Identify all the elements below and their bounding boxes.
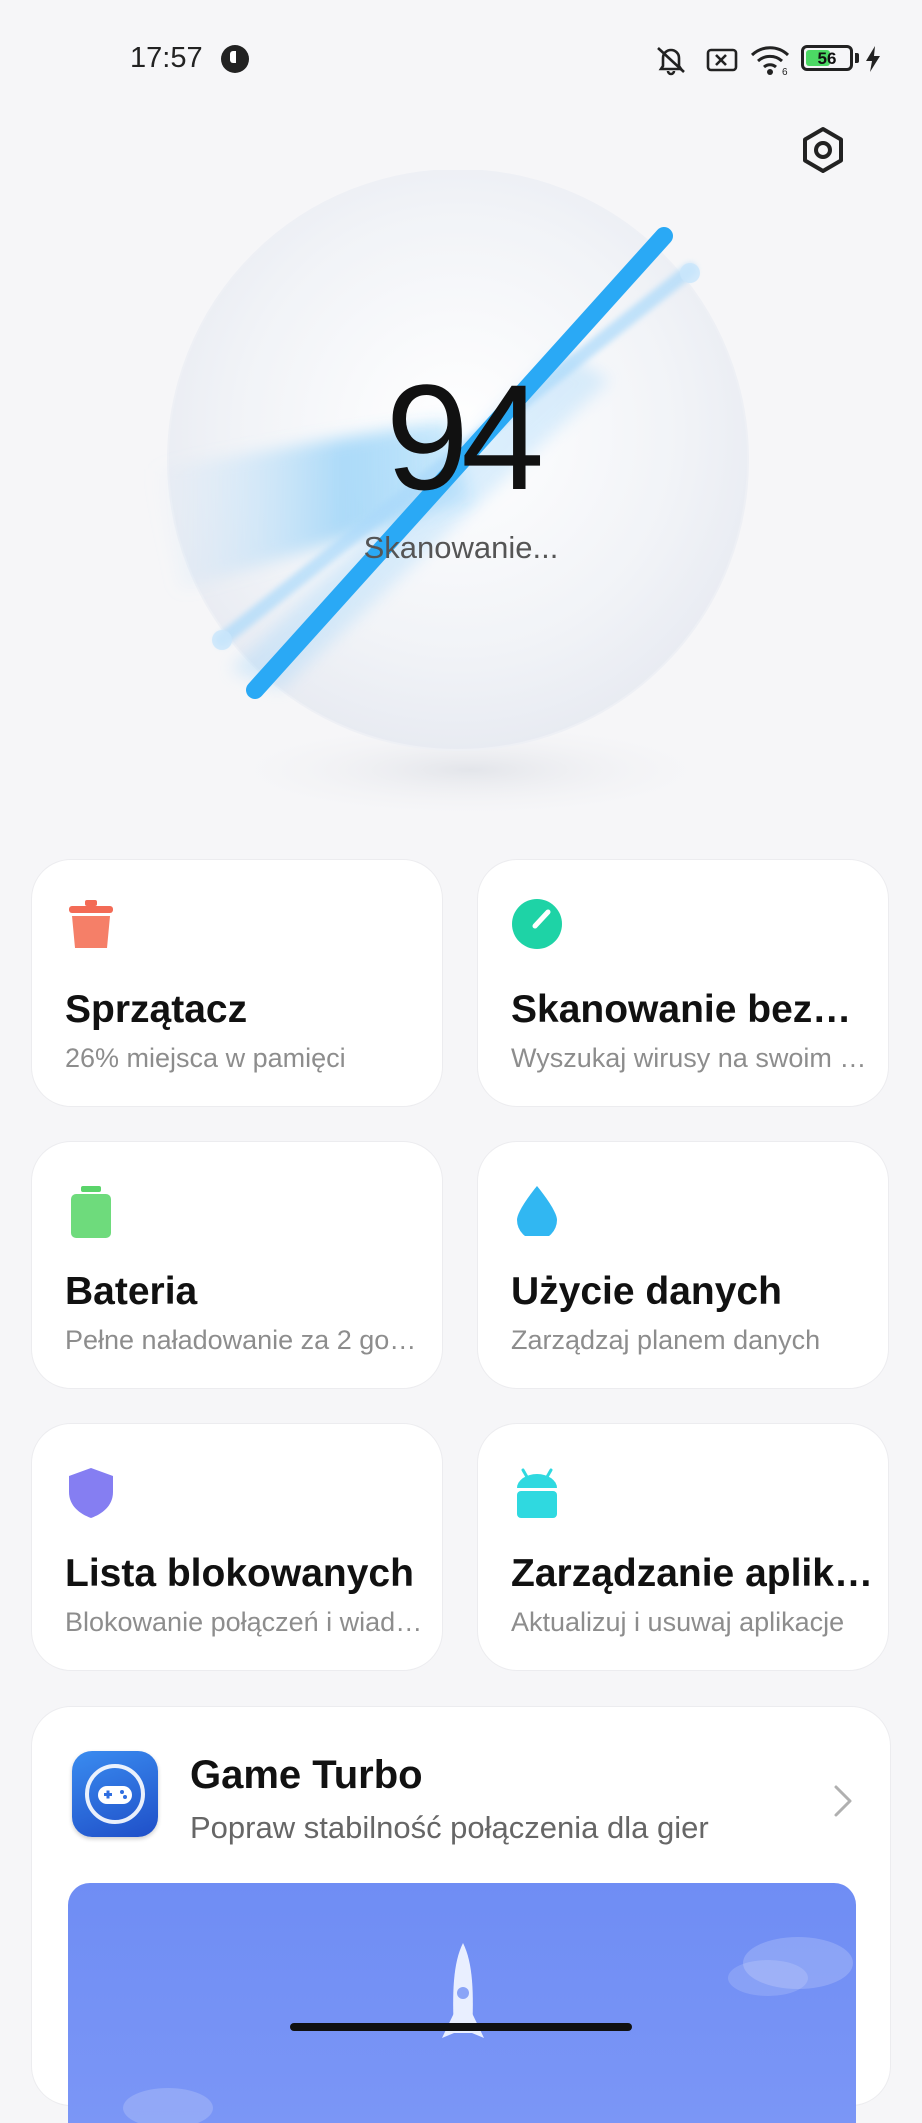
- chevron-right-icon: [834, 1785, 852, 1817]
- battery-icon: [71, 1186, 111, 1238]
- battery-level: 56: [817, 49, 837, 68]
- card-title: Użycie danych: [511, 1270, 782, 1313]
- scan-status: Skanowanie...: [363, 530, 559, 565]
- battery-cap: [855, 53, 859, 63]
- status-time: 17:57: [130, 42, 203, 74]
- home-indicator[interactable]: [290, 2023, 632, 2031]
- water-drop-icon: [517, 1186, 557, 1236]
- security-scan-icon: [512, 899, 562, 949]
- card-title: Lista blokowanych: [65, 1552, 414, 1595]
- svg-text:6: 6: [782, 67, 788, 76]
- card-app-manager[interactable]: Zarządzanie aplikacjami Aktualizuj i usu…: [477, 1423, 889, 1671]
- card-subtitle: Aktualizuj i usuwaj aplikacje: [511, 1607, 845, 1637]
- shield-icon: [69, 1468, 113, 1518]
- card-subtitle: Pełne naładowanie za 2 godziny: [65, 1325, 428, 1355]
- wifi-icon: 6: [750, 46, 790, 76]
- android-icon: [517, 1468, 557, 1518]
- card-title: Zarządzanie aplikacjami: [511, 1552, 874, 1595]
- scan-score: 94: [385, 353, 545, 521]
- game-turbo-subtitle: Popraw stabilność połączenia dla gier: [190, 1810, 709, 1845]
- card-battery[interactable]: Bateria Pełne naładowanie za 2 godziny: [31, 1141, 443, 1389]
- charging-bolt-icon: [866, 46, 880, 72]
- bell-off-icon: [657, 47, 685, 76]
- card-title: Sprzątacz: [65, 988, 248, 1031]
- card-blocklist[interactable]: Lista blokowanych Blokowanie połączeń i …: [31, 1423, 443, 1671]
- game-turbo-card[interactable]: Game Turbo Popraw stabilność połączenia …: [31, 1706, 891, 2123]
- game-controller-icon: [72, 1751, 158, 1837]
- card-title: Skanowanie bezpieczeństwa: [511, 988, 874, 1031]
- rocket-illustration: [123, 1937, 853, 2123]
- card-subtitle: Zarządzaj planem danych: [511, 1325, 821, 1355]
- card-data-usage[interactable]: Użycie danych Zarządzaj planem danych: [477, 1141, 889, 1389]
- card-title: Bateria: [65, 1270, 198, 1313]
- settings-gear-icon[interactable]: [798, 125, 848, 175]
- no-sim-icon: [706, 48, 738, 72]
- notification-badge-icon: [221, 45, 249, 73]
- card-subtitle: 26% miejsca w pamięci: [65, 1043, 346, 1073]
- game-turbo-title: Game Turbo: [190, 1753, 423, 1797]
- battery-icon: 56: [801, 45, 853, 71]
- game-turbo-banner: [68, 1883, 856, 2123]
- status-bar: 17:57 6 56: [0, 0, 922, 120]
- card-security-scan[interactable]: Skanowanie bezpieczeństwa Wyszukaj wirus…: [477, 859, 889, 1107]
- card-subtitle: Wyszukaj wirusy na swoim urządzeniu: [511, 1043, 874, 1073]
- trash-bin-icon: [69, 900, 113, 948]
- card-cleaner[interactable]: Sprzątacz 26% miejsca w pamięci: [31, 859, 443, 1107]
- card-subtitle: Blokowanie połączeń i wiadomości: [65, 1607, 428, 1637]
